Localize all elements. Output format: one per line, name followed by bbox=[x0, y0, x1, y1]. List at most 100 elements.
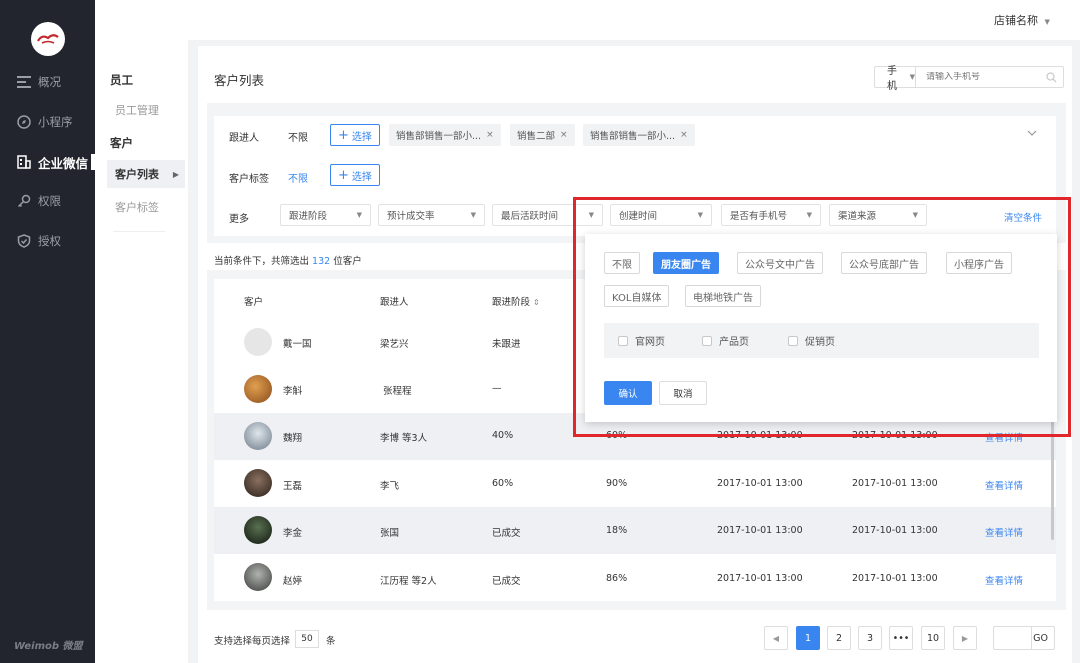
customer-name: 赵婷 bbox=[283, 576, 303, 587]
follow-stage: 已成交 bbox=[492, 576, 521, 587]
view-detail-link[interactable]: 查看详情 bbox=[985, 573, 1023, 587]
follower-unlimited-option[interactable]: 不限 bbox=[288, 129, 308, 144]
deal-rate: 90% bbox=[606, 478, 628, 489]
submenu-item-staff-management[interactable]: 员工管理 bbox=[107, 96, 185, 124]
follower-name: 梁艺兴 bbox=[380, 339, 409, 350]
follower-name: 张国 bbox=[380, 528, 400, 539]
follow-stage: 已成交 bbox=[492, 528, 521, 539]
close-icon[interactable]: × bbox=[486, 130, 494, 140]
close-icon[interactable]: × bbox=[560, 130, 568, 140]
sort-icon: ⇕ bbox=[533, 298, 540, 307]
caret-down-icon: ▼ bbox=[1044, 18, 1050, 26]
column-header-follower: 跟进人 bbox=[380, 297, 409, 308]
chevron-down-icon[interactable] bbox=[1027, 128, 1037, 139]
search-type-label: 手机 bbox=[887, 66, 897, 92]
customer-name: 王磊 bbox=[283, 481, 303, 492]
page-button[interactable]: 10 bbox=[921, 626, 945, 650]
submenu-item-customer-tags[interactable]: 客户标签 bbox=[107, 193, 185, 221]
rate-dropdown[interactable]: 预计成交率 ▼ bbox=[378, 204, 485, 226]
caret-right-icon: ▶ bbox=[172, 169, 179, 179]
perpage-unit: 条 bbox=[326, 636, 336, 647]
caret-down-icon: ▼ bbox=[470, 211, 476, 219]
brand-footer: Weimob 微盟 bbox=[14, 641, 83, 652]
top-header bbox=[95, 0, 1080, 40]
sidebar-item-enterprise-wechat[interactable]: 企业微信 bbox=[0, 148, 95, 176]
shield-check-icon bbox=[16, 233, 32, 249]
sidebar-item-authorization[interactable]: 授权 bbox=[0, 227, 95, 255]
search-icon[interactable] bbox=[1046, 71, 1057, 83]
follow-stage: 未跟进 bbox=[492, 339, 521, 350]
store-name-menu[interactable]: 店铺名称 ▼ bbox=[994, 12, 1050, 28]
tag-label: 销售部销售一部小... bbox=[590, 131, 676, 142]
filter-label-customer-tag: 客户标签 bbox=[229, 174, 269, 185]
follower-tag: 销售部销售一部小... × bbox=[389, 124, 501, 146]
caret-down-icon: ▼ bbox=[909, 73, 915, 81]
follow-stage: — bbox=[492, 383, 502, 394]
perpage-label: 支持选择每页选择 bbox=[214, 636, 291, 647]
column-header-label: 跟进阶段 bbox=[492, 297, 531, 308]
submenu-item-customer-list[interactable]: 客户列表 ▶ bbox=[107, 160, 185, 188]
divider bbox=[113, 231, 165, 232]
search-type-select[interactable]: 手机 ▼ bbox=[875, 66, 916, 92]
tag-label: 销售二部 bbox=[517, 131, 556, 142]
submenu-item-label: 员工管理 bbox=[115, 104, 159, 117]
result-summary: 当前条件下，共筛选出 132 位客户 bbox=[214, 253, 362, 267]
next-page-button[interactable]: ▶ bbox=[953, 626, 977, 650]
created-time: 2017-10-01 13:00 bbox=[717, 573, 803, 584]
dropdown-label: 预计成交率 bbox=[387, 211, 435, 222]
compass-icon bbox=[16, 114, 32, 130]
submenu-item-label: 客户标签 bbox=[115, 201, 159, 214]
button-label: 选择 bbox=[351, 131, 372, 143]
caret-down-icon: ▼ bbox=[356, 211, 362, 219]
created-time: 2017-10-01 13:00 bbox=[717, 478, 803, 489]
store-name-label: 店铺名称 bbox=[994, 14, 1038, 27]
close-icon[interactable]: × bbox=[680, 130, 688, 140]
dropdown-label: 最后活跃时间 bbox=[501, 211, 559, 222]
customer-tag-select-button[interactable]: + 选择 bbox=[330, 164, 380, 186]
dropdown-label: 跟进阶段 bbox=[289, 211, 328, 222]
sidebar-item-permission[interactable]: 权限 bbox=[0, 187, 95, 215]
dashboard-icon bbox=[16, 74, 32, 90]
page-button[interactable]: 3 bbox=[858, 626, 882, 650]
avatar bbox=[244, 328, 272, 356]
sidebar-item-label: 权限 bbox=[38, 194, 61, 208]
filter-label-more: 更多 bbox=[229, 214, 249, 225]
column-header-stage[interactable]: 跟进阶段 ⇕ bbox=[492, 294, 540, 308]
submenu-item-label: 客户列表 bbox=[115, 168, 159, 181]
go-button[interactable]: GO bbox=[1033, 633, 1048, 644]
plus-icon: + bbox=[338, 127, 349, 143]
sidebar-item-label: 概况 bbox=[38, 75, 61, 89]
follower-name: 江历程 等2人 bbox=[380, 576, 437, 587]
follower-tag: 销售二部 × bbox=[510, 124, 575, 146]
goto-page-input[interactable]: GO bbox=[993, 626, 1055, 650]
page-button[interactable]: 2 bbox=[827, 626, 851, 650]
phone-search: 手机 ▼ bbox=[874, 66, 1064, 92]
follower-select-button[interactable]: + 选择 bbox=[330, 124, 380, 146]
sidebar-item-label: 企业微信 bbox=[38, 155, 89, 171]
avatar bbox=[244, 563, 272, 591]
view-detail-link[interactable]: 查看详情 bbox=[985, 525, 1023, 539]
customer-name: 魏翔 bbox=[283, 433, 303, 444]
secondary-menu bbox=[95, 40, 188, 663]
customer-tag-unlimited-option[interactable]: 不限 bbox=[288, 170, 308, 185]
search-input[interactable] bbox=[916, 72, 1046, 82]
sidebar-item-overview[interactable]: 概况 bbox=[0, 68, 95, 96]
page-button[interactable]: 1 bbox=[796, 626, 820, 650]
plus-icon: + bbox=[338, 167, 349, 183]
customer-name: 戴一国 bbox=[283, 339, 312, 350]
filter-label-follower: 跟进人 bbox=[229, 133, 259, 144]
sidebar-item-label: 小程序 bbox=[38, 115, 73, 129]
sidebar-item-miniprogram[interactable]: 小程序 bbox=[0, 108, 95, 136]
page-title: 客户列表 bbox=[214, 73, 265, 88]
stage-dropdown[interactable]: 跟进阶段 ▼ bbox=[280, 204, 371, 226]
page-ellipsis[interactable]: ••• bbox=[889, 626, 913, 650]
highlight-frame bbox=[573, 197, 1071, 437]
view-detail-link[interactable]: 查看详情 bbox=[985, 478, 1023, 492]
prev-page-button[interactable]: ◀ bbox=[764, 626, 788, 650]
app-logo-icon[interactable] bbox=[31, 22, 65, 56]
summary-count: 132 bbox=[312, 256, 331, 267]
column-header-customer: 客户 bbox=[244, 297, 264, 308]
last-active-time: 2017-10-01 13:00 bbox=[852, 525, 938, 536]
perpage-select[interactable]: 50 bbox=[295, 630, 319, 648]
follower-name: 李飞 bbox=[380, 481, 400, 492]
